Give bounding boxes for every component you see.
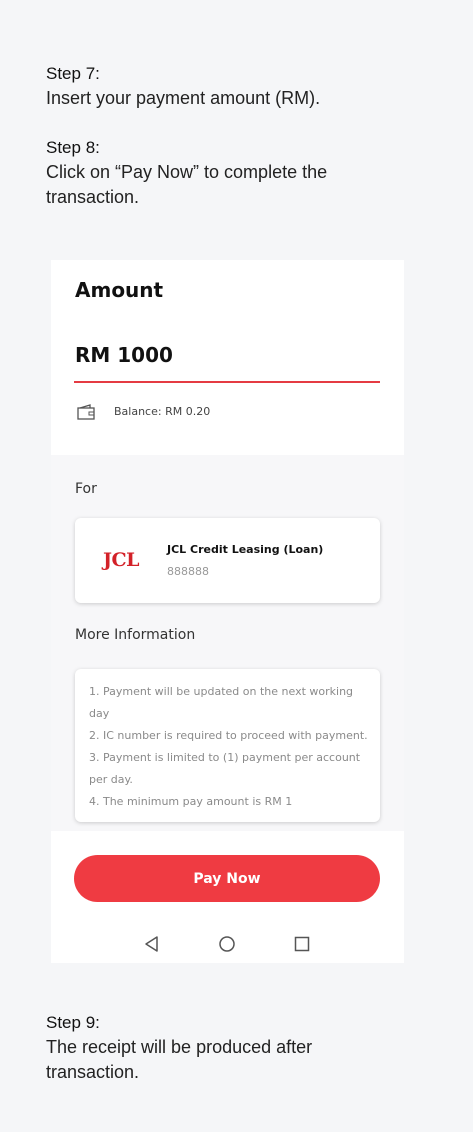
merchant-logo: JCL <box>103 549 139 571</box>
merchant-name: JCL Credit Leasing (Loan) <box>167 543 324 556</box>
info-item: 3. Payment is limited to (1) payment per… <box>89 751 361 786</box>
step-8-text: Click on “Pay Now” to complete the trans… <box>46 162 328 207</box>
bottom-area: Pay Now <box>51 831 404 963</box>
step-8-title: Step 8: <box>46 138 100 157</box>
amount-underline <box>74 381 380 383</box>
merchant-card[interactable]: JCL JCL Credit Leasing (Loan) 888888 <box>75 518 380 603</box>
merchant-account: 888888 <box>167 565 209 578</box>
step-7-title: Step 7: <box>46 64 100 83</box>
android-nav-bar <box>51 929 404 959</box>
step-7-text: Insert your payment amount (RM). <box>46 88 321 108</box>
info-item: 1. Payment will be updated on the next w… <box>89 685 354 720</box>
back-icon[interactable] <box>143 935 161 953</box>
amount-title: Amount <box>75 278 164 302</box>
step-7: Step 7: Insert your payment amount (RM). <box>46 62 446 111</box>
amount-card: Amount RM 1000 Balance: RM 0.20 <box>51 260 404 455</box>
wallet-icon <box>77 404 95 420</box>
recent-apps-icon[interactable] <box>293 935 311 953</box>
info-item: 2. IC number is required to proceed with… <box>89 729 368 742</box>
info-item: 4. The minimum pay amount is RM 1 <box>89 795 293 808</box>
info-card: 1. Payment will be updated on the next w… <box>75 669 380 822</box>
more-information-label: More Information <box>75 627 196 643</box>
amount-input[interactable]: RM 1000 <box>75 343 173 367</box>
step-9: Step 9: The receipt will be produced aft… <box>46 1011 376 1085</box>
pay-now-button[interactable]: Pay Now <box>74 855 380 902</box>
step-8: Step 8: Click on “Pay Now” to complete t… <box>46 136 376 210</box>
for-label: For <box>75 481 97 497</box>
step-9-text: The receipt will be produced after trans… <box>46 1037 313 1082</box>
balance-text: Balance: RM 0.20 <box>114 405 211 418</box>
payment-screen: Amount RM 1000 Balance: RM 0.20 For JCL … <box>51 260 404 963</box>
home-icon[interactable] <box>218 935 236 953</box>
step-9-title: Step 9: <box>46 1013 100 1032</box>
info-list: 1. Payment will be updated on the next w… <box>89 681 371 813</box>
